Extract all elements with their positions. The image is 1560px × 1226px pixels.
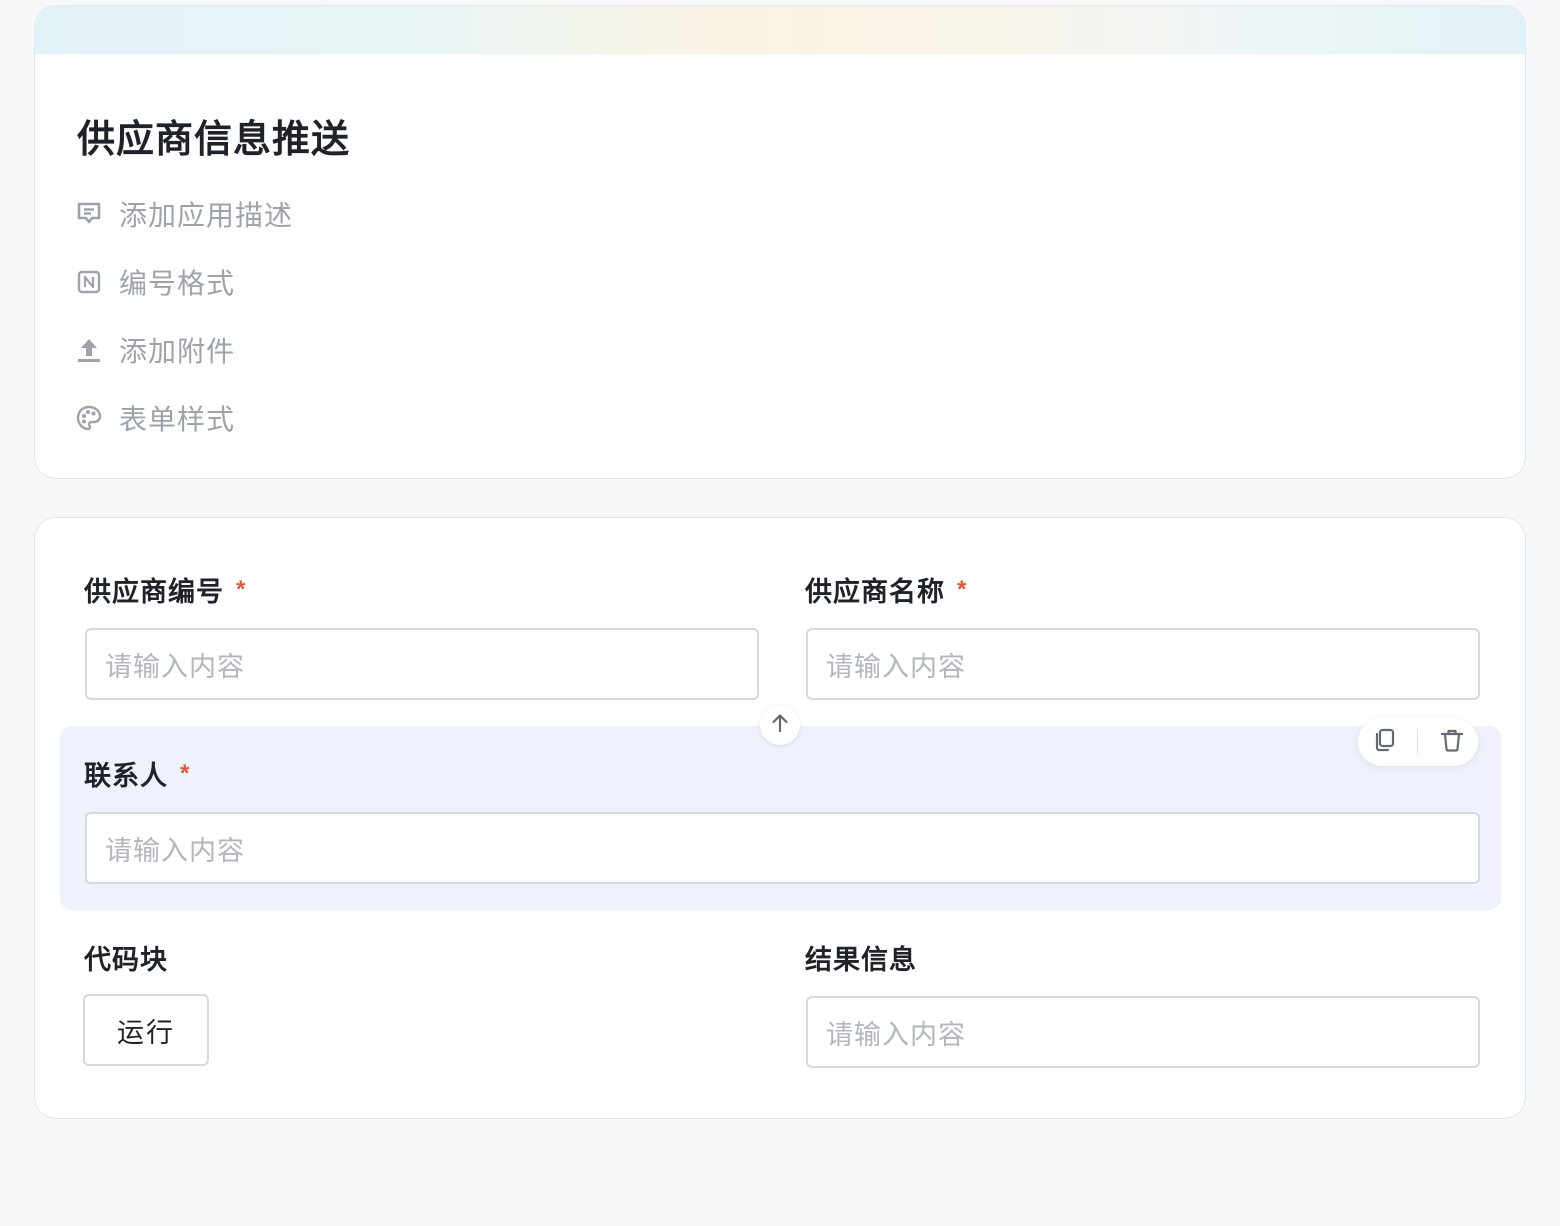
required-mark: * [957, 575, 968, 603]
form-style-label: 表单样式 [119, 404, 236, 435]
header-banner [35, 6, 1525, 54]
trash-icon [1439, 727, 1465, 758]
palette-icon [75, 404, 103, 432]
numbering-format-item[interactable]: 编号格式 [75, 262, 235, 302]
contact-input[interactable]: 请输入内容 [85, 812, 1480, 884]
add-description-item[interactable]: 添加应用描述 [75, 194, 293, 234]
delete-field-button[interactable] [1434, 724, 1470, 760]
contact-field-label: 联系人 * [84, 754, 190, 793]
required-mark: * [180, 759, 191, 787]
result-info-placeholder: 请输入内容 [826, 1019, 966, 1050]
supplier-name-placeholder: 请输入内容 [826, 651, 966, 682]
move-up-button[interactable] [760, 705, 800, 745]
add-description-label: 添加应用描述 [119, 200, 294, 231]
code-block-label: 代码块 [84, 945, 168, 975]
field-actions-toolbar [1358, 718, 1478, 766]
run-button[interactable]: 运行 [83, 994, 209, 1066]
supplier-code-label: 供应商编号 [84, 577, 224, 607]
supplier-code-input[interactable]: 请输入内容 [85, 628, 759, 700]
result-info-field-label: 结果信息 [805, 938, 917, 977]
supplier-name-input[interactable]: 请输入内容 [806, 628, 1480, 700]
arrow-up-icon [769, 712, 791, 739]
supplier-code-field-label: 供应商编号 * [84, 570, 246, 609]
result-info-input[interactable]: 请输入内容 [806, 996, 1480, 1068]
add-attachment-item[interactable]: 添加附件 [75, 330, 235, 370]
form-style-item[interactable]: 表单样式 [75, 398, 235, 438]
numbering-icon [75, 268, 103, 296]
contact-placeholder: 请输入内容 [105, 835, 245, 866]
form-header-card: 供应商信息推送 添加应用描述 编号格式 添加附件 表单样式 [34, 5, 1526, 479]
copy-field-button[interactable] [1366, 724, 1402, 760]
result-info-label: 结果信息 [805, 945, 917, 975]
required-mark: * [236, 575, 247, 603]
upload-icon [75, 336, 103, 364]
toolbar-divider [1417, 729, 1419, 755]
supplier-code-placeholder: 请输入内容 [105, 651, 245, 682]
supplier-name-label: 供应商名称 [805, 577, 945, 607]
numbering-format-label: 编号格式 [119, 268, 236, 299]
supplier-name-field-label: 供应商名称 * [805, 570, 967, 609]
code-block-field-label: 代码块 [84, 938, 168, 977]
copy-icon [1371, 727, 1397, 758]
contact-label: 联系人 [84, 761, 168, 791]
comment-icon [75, 200, 103, 228]
form-title[interactable]: 供应商信息推送 [77, 108, 350, 163]
form-body-card: 供应商编号 * 请输入内容 供应商名称 * 请输入内容 联系人 * 请输入内容 … [34, 517, 1526, 1119]
add-attachment-label: 添加附件 [119, 336, 236, 367]
